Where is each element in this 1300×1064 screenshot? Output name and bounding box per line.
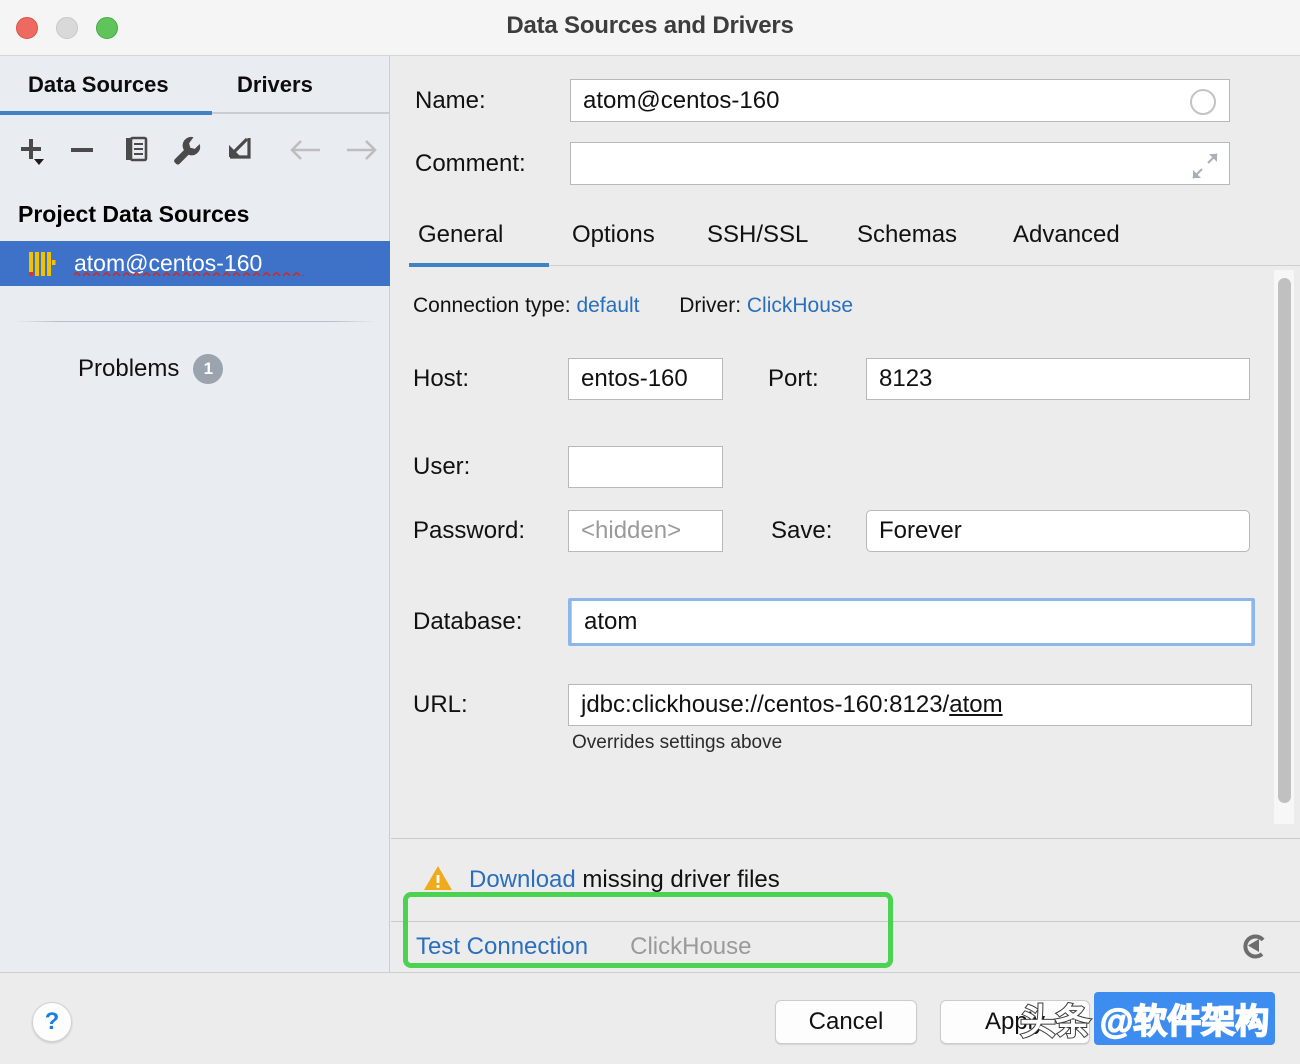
sidebar-divider — [14, 321, 376, 322]
url-label: URL: — [413, 691, 468, 718]
password-input-placeholder: <hidden> — [581, 517, 682, 544]
sidebar-item-atom-centos-160[interactable]: atom@centos-160 — [0, 241, 390, 286]
remove-data-source-button[interactable] — [62, 130, 102, 170]
comment-label: Comment: — [415, 149, 526, 177]
url-input[interactable]: jdbc:clickhouse://centos-160:8123/atom — [568, 684, 1252, 726]
duplicate-data-source-button[interactable] — [115, 130, 155, 170]
host-input[interactable]: entos-160 — [568, 358, 723, 400]
name-label: Name: — [415, 86, 486, 114]
sidebar-section-title: Project Data Sources — [18, 201, 250, 227]
host-input-value: entos-160 — [581, 365, 688, 392]
properties-wrench-button[interactable] — [167, 130, 207, 170]
password-label: Password: — [413, 517, 526, 544]
import-data-source-button[interactable] — [220, 130, 260, 170]
port-input-value: 8123 — [879, 365, 933, 392]
form-scrollbar-thumb[interactable] — [1278, 278, 1291, 803]
database-focus-ring: atom — [568, 598, 1255, 646]
name-field-row: Name: atom@centos-160 — [415, 79, 1230, 122]
apply-button[interactable]: Apply — [940, 1000, 1090, 1044]
sidebar-toolbar — [0, 114, 390, 186]
connection-type-row: Connection type: default Driver: ClickHo… — [413, 294, 853, 318]
driver-value-link[interactable]: ClickHouse — [747, 294, 853, 317]
password-field-row: Password: <hidden> Save: Forever — [413, 510, 1250, 552]
url-field-row: URL: jdbc:clickhouse://centos-160:8123/a… — [413, 684, 1252, 726]
sidebar-tabbar: Data Sources Drivers — [0, 56, 390, 115]
help-button[interactable]: ? — [32, 1002, 72, 1042]
window-titlebar: Data Sources and Drivers — [0, 0, 1300, 56]
missing-driver-banner[interactable]: Download missing driver files — [391, 838, 1300, 922]
driver-status-label: ClickHouse — [630, 933, 752, 960]
name-input[interactable]: atom@centos-160 — [570, 79, 1230, 122]
name-input-value: atom@centos-160 — [583, 86, 780, 114]
database-field-row: Database: atom — [413, 598, 1255, 646]
tab-schemas[interactable]: Schemas — [857, 221, 957, 249]
problems-count-badge: 1 — [193, 354, 224, 384]
revert-icon[interactable] — [1240, 932, 1272, 967]
user-field-row: User: — [413, 446, 723, 488]
error-squiggle-underline — [74, 272, 305, 276]
dialog-footer — [0, 972, 1300, 1064]
url-input-value-suffix: atom — [949, 691, 1003, 718]
url-hint-text: Overrides settings above — [572, 732, 783, 753]
warning-triangle-icon — [423, 864, 453, 897]
comment-input[interactable] — [570, 142, 1230, 185]
save-select[interactable]: Forever — [866, 510, 1250, 552]
tab-options[interactable]: Options — [572, 221, 655, 249]
missing-driver-text: Download missing driver files — [469, 866, 780, 894]
host-field-row: Host: entos-160 Port: 8123 — [413, 358, 1250, 400]
port-label: Port: — [768, 365, 819, 392]
download-driver-link[interactable]: Download — [469, 866, 576, 893]
test-connection-link[interactable]: Test Connection — [416, 933, 588, 961]
connection-type-value-link[interactable]: default — [576, 294, 639, 317]
connection-type-label: Connection type: — [413, 294, 571, 317]
database-input-value: atom — [584, 608, 638, 635]
save-select-value: Forever — [879, 517, 962, 544]
expand-editor-icon[interactable] — [1191, 152, 1219, 187]
data-sources-and-drivers-dialog: Data Sources and Drivers Data Sources Dr… — [0, 0, 1300, 1064]
port-input[interactable]: 8123 — [866, 358, 1250, 400]
detail-tabbar: General Options SSH/SSL Schemas Advanced — [405, 211, 1300, 267]
test-connection-strip: Test Connection ClickHouse — [391, 922, 1300, 972]
user-input[interactable] — [568, 446, 723, 488]
cancel-button[interactable]: Cancel — [775, 1000, 917, 1044]
navigate-forward-button[interactable] — [340, 130, 380, 170]
password-input[interactable]: <hidden> — [568, 510, 723, 552]
user-label: User: — [413, 453, 471, 480]
tab-general[interactable]: General — [418, 221, 503, 249]
tab-active-indicator — [409, 263, 549, 267]
save-label: Save: — [771, 517, 833, 544]
comment-field-row: Comment: — [415, 142, 1230, 185]
driver-label: Driver: — [679, 294, 742, 317]
window-title: Data Sources and Drivers — [506, 12, 794, 39]
tab-advanced[interactable]: Advanced — [1013, 221, 1120, 249]
general-tab-content: Connection type: default Driver: ClickHo… — [405, 268, 1300, 826]
sidebar-tab-drivers[interactable]: Drivers — [237, 72, 313, 98]
database-label: Database: — [413, 608, 523, 635]
tab-baseline — [549, 265, 1300, 266]
host-label: Host: — [413, 365, 470, 392]
color-swatch-icon[interactable] — [1190, 89, 1216, 115]
sidebar: Data Sources Drivers Project Data Source… — [0, 56, 390, 972]
clickhouse-icon — [29, 251, 56, 276]
add-data-source-button[interactable] — [10, 130, 50, 170]
missing-driver-rest: missing driver files — [575, 866, 780, 893]
sidebar-tab-data-sources[interactable]: Data Sources — [28, 72, 169, 98]
problems-label: Problems — [78, 355, 180, 382]
tab-ssh-ssl[interactable]: SSH/SSL — [707, 221, 808, 249]
sidebar-problems-row[interactable]: Problems 1 — [78, 354, 224, 384]
url-input-value-prefix: jdbc:clickhouse://centos-160:8123/ — [581, 691, 950, 718]
database-input[interactable]: atom — [571, 601, 1252, 643]
navigate-back-button[interactable] — [287, 130, 327, 170]
detail-pane: Name: atom@centos-160 Comment: General O… — [391, 56, 1300, 972]
